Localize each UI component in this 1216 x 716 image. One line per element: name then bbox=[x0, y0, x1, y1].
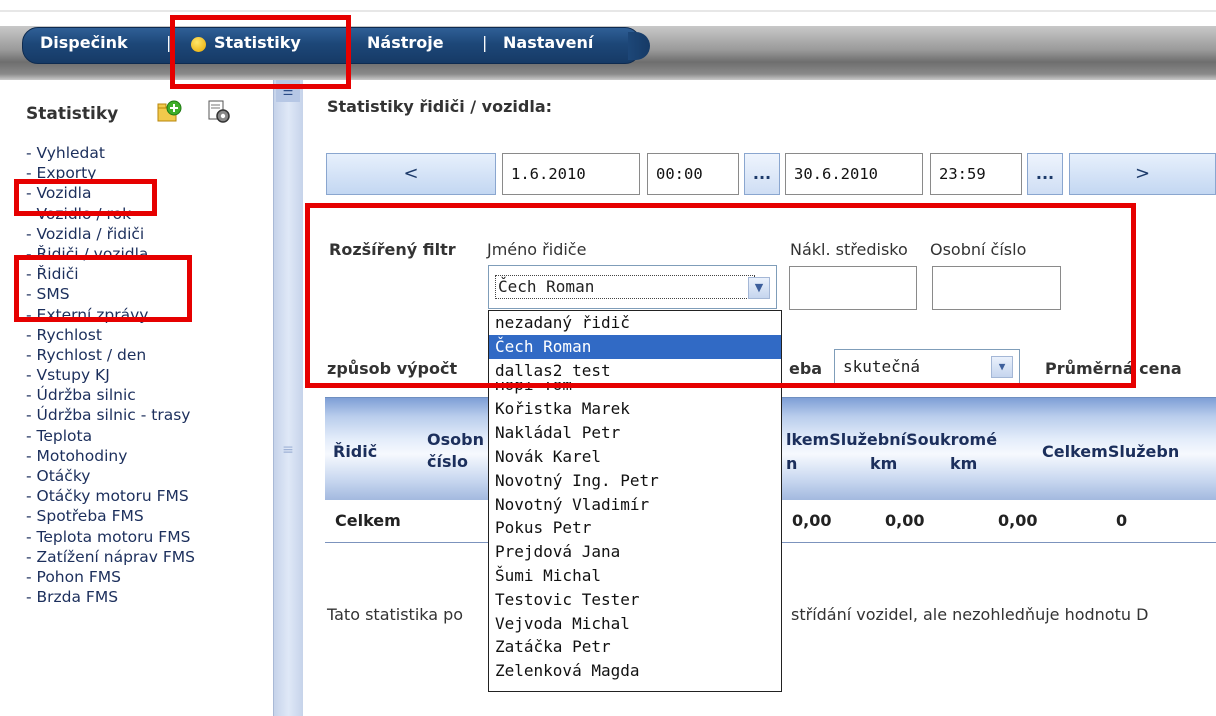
row-label: Celkem bbox=[335, 511, 401, 530]
dropdown-option[interactable]: Zatáčka Petr bbox=[489, 635, 781, 659]
footnote-text-cont: střídání vozidel, ale nezohledňuje hodno… bbox=[791, 605, 1149, 624]
driver-name-label: Jméno řidiče bbox=[487, 240, 587, 259]
to-time-field[interactable]: 23:59 bbox=[930, 153, 1022, 195]
to-date-picker-button[interactable]: ... bbox=[1027, 153, 1063, 195]
driver-select-value: Čech Roman bbox=[495, 275, 756, 299]
sidebar-menu: - Vyhledat - Exporty - Vozidla - Vozidlo / … bbox=[26, 143, 195, 607]
col-personal-number-2: číslo bbox=[427, 452, 468, 471]
consumption-select[interactable]: skutečná ▼ bbox=[834, 349, 1020, 385]
nav-dispecink[interactable]: Dispečink bbox=[40, 33, 128, 52]
dropdown-option[interactable]: dallas2 test bbox=[489, 359, 781, 383]
active-indicator-icon bbox=[191, 37, 206, 52]
sidebar-item[interactable]: - Otáčky motoru FMS bbox=[26, 486, 195, 506]
personal-number-label: Osobní číslo bbox=[930, 240, 1027, 259]
next-period-button[interactable]: > bbox=[1069, 153, 1216, 195]
page-title: Statistiky řidiči / vozidla: bbox=[327, 97, 553, 116]
dropdown-option[interactable]: Pokus Petr bbox=[489, 516, 781, 540]
dropdown-option[interactable]: nezadaný řidič bbox=[489, 311, 781, 335]
sidebar-item[interactable]: - Teplota bbox=[26, 426, 195, 446]
chevron-down-icon[interactable]: ▼ bbox=[748, 277, 770, 299]
consumption-label: eba bbox=[789, 359, 823, 378]
cost-center-label: Nákl. středisko bbox=[790, 240, 908, 259]
sidebar-item[interactable]: - Exporty bbox=[26, 163, 195, 183]
sidebar-item[interactable]: - Zatížení náprav FMS bbox=[26, 547, 195, 567]
col-km-unit-2: km bbox=[870, 454, 898, 473]
sidebar-item[interactable]: - Teplota motoru FMS bbox=[26, 527, 195, 547]
dropdown-option[interactable]: Testovic Tester bbox=[489, 588, 781, 612]
sidebar-item[interactable]: - Vozidla bbox=[26, 183, 195, 203]
from-date-picker-button[interactable]: ... bbox=[744, 153, 780, 195]
col-total-service: CelkemSlužebn bbox=[1042, 442, 1180, 461]
sidebar-item[interactable]: - Údržba silnic - trasy bbox=[26, 405, 195, 425]
panel-splitter[interactable] bbox=[273, 80, 303, 716]
cell-value: 0 bbox=[1116, 511, 1128, 530]
sidebar-item[interactable]: - Brzda FMS bbox=[26, 587, 195, 607]
dropdown-option[interactable]: Zelenková Magda bbox=[489, 659, 781, 683]
sidebar-item[interactable]: - Spotřeba FMS bbox=[26, 506, 195, 526]
nav-nastaveni[interactable]: Nastavení bbox=[503, 33, 593, 52]
dropdown-option[interactable]: Kořistka Marek bbox=[489, 397, 781, 421]
to-date-field[interactable]: 30.6.2010 bbox=[785, 153, 923, 195]
sidebar-item[interactable]: - Pohon FMS bbox=[26, 567, 195, 587]
sidebar-item[interactable]: - Rychlost bbox=[26, 325, 195, 345]
sidebar-item[interactable]: - Údržba silnic bbox=[26, 385, 195, 405]
dropdown-option[interactable]: Hopi Tom bbox=[489, 382, 781, 397]
sidebar-item[interactable]: - SMS bbox=[26, 284, 195, 304]
calculation-method-label: způsob výpočt bbox=[327, 359, 458, 378]
nav-statistiky[interactable]: Statistiky bbox=[214, 33, 301, 52]
sidebar-item[interactable]: - Otáčky bbox=[26, 466, 195, 486]
nav-separator: | bbox=[166, 33, 172, 52]
cell-value: 0,00 bbox=[792, 511, 832, 530]
sidebar-item[interactable]: - Vstupy KJ bbox=[26, 365, 195, 385]
consumption-select-value: skutečná bbox=[843, 357, 921, 376]
sidebar-item[interactable]: - Vozidla / řidiči bbox=[26, 224, 195, 244]
dropdown-option[interactable]: Novotný Vladimír bbox=[489, 493, 781, 517]
dropdown-option[interactable]: Prejdová Jana bbox=[489, 540, 781, 564]
filter-label: Rozšířený filtr bbox=[329, 240, 456, 259]
dropdown-option[interactable]: Čech Roman bbox=[489, 334, 781, 359]
cost-center-input[interactable] bbox=[789, 266, 917, 310]
sidebar-item[interactable]: - Řidiči bbox=[26, 264, 195, 284]
prev-period-button[interactable]: < bbox=[326, 153, 496, 195]
dropdown-option[interactable]: Novák Karel bbox=[489, 445, 781, 469]
col-km-group: lkemSlužebníSoukromé bbox=[786, 430, 998, 449]
from-time-field[interactable]: 00:00 bbox=[647, 153, 739, 195]
settings-gear-icon[interactable] bbox=[206, 99, 232, 125]
sidebar-item[interactable]: - Řidiči / vozidla bbox=[26, 244, 195, 264]
sidebar-item[interactable]: - Vozidlo / rok bbox=[26, 204, 195, 224]
personal-number-input[interactable] bbox=[932, 266, 1061, 310]
nav-separator: | bbox=[482, 33, 488, 52]
col-driver: Řidič bbox=[333, 442, 378, 461]
driver-select[interactable]: Čech Roman ▼ bbox=[488, 265, 777, 309]
dropdown-option[interactable]: Nakládal Petr bbox=[489, 421, 781, 445]
average-price-label: Průměrná cena bbox=[1045, 359, 1182, 378]
dropdown-option[interactable]: Vejvoda Michal bbox=[489, 612, 781, 636]
collapse-icon[interactable]: ☰ bbox=[276, 80, 300, 102]
col-km-unit-1: n bbox=[786, 454, 798, 473]
nav-separator: | bbox=[345, 33, 351, 52]
add-folder-icon[interactable] bbox=[156, 99, 182, 125]
cell-value: 0,00 bbox=[885, 511, 925, 530]
col-km-unit-3: km bbox=[950, 454, 978, 473]
driver-dropdown-list: nezadaný řidič Čech Roman dallas2 test Hopi… bbox=[488, 310, 782, 692]
sidebar-title: Statistiky bbox=[26, 104, 119, 124]
cell-value: 0,00 bbox=[998, 511, 1038, 530]
splitter-grip-icon[interactable]: ≡ bbox=[282, 440, 294, 460]
dropdown-option[interactable]: Novotný Ing. Petr bbox=[489, 469, 781, 493]
from-date-field[interactable]: 1.6.2010 bbox=[502, 153, 640, 195]
chevron-down-icon[interactable]: ▼ bbox=[991, 356, 1013, 378]
col-personal-number: Osobn bbox=[427, 430, 484, 449]
sidebar-item[interactable]: - Vyhledat bbox=[26, 143, 195, 163]
nav-nastroje[interactable]: Nástroje bbox=[367, 33, 444, 52]
sidebar-item[interactable]: - Rychlost / den bbox=[26, 345, 195, 365]
sidebar-item[interactable]: - Motohodiny bbox=[26, 446, 195, 466]
sidebar-item[interactable]: - Externí zprávy bbox=[26, 305, 195, 325]
dropdown-option[interactable]: Šumi Michal bbox=[489, 564, 781, 588]
footnote-text: Tato statistika po bbox=[327, 605, 464, 624]
